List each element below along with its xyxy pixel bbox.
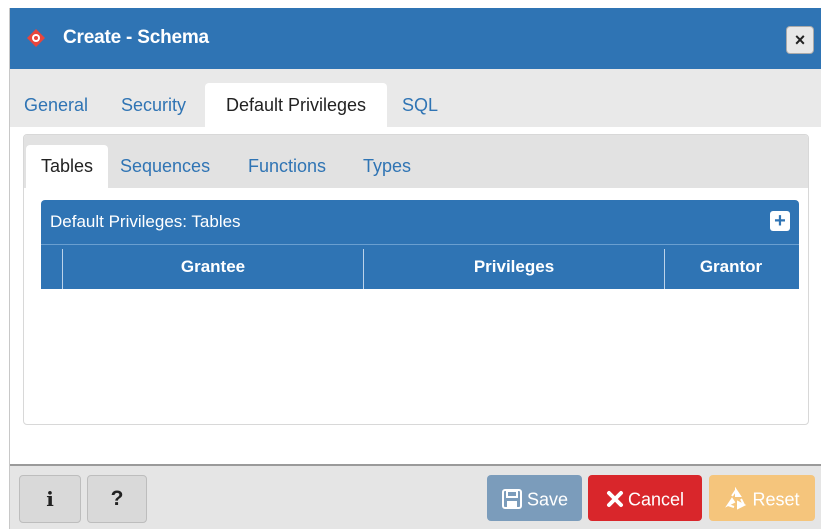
tab-sql[interactable]: SQL <box>402 83 438 127</box>
save-button[interactable]: Save <box>487 475 582 521</box>
dialog-footer: i ? Save Cancel Reset <box>10 464 821 529</box>
help-button[interactable]: ? <box>87 475 147 523</box>
grid-title: Default Privileges: Tables <box>50 212 241 231</box>
x-mark-icon <box>606 491 623 508</box>
default-privileges-panel: Tables Sequences Functions Types Default… <box>23 134 809 425</box>
column-grantee[interactable]: Grantee <box>63 245 363 289</box>
subtab-functions[interactable]: Functions <box>248 145 326 188</box>
title-bar[interactable]: Create - Schema × <box>10 8 821 69</box>
floppy-disk-icon <box>501 489 522 510</box>
reset-label: Reset <box>752 489 800 510</box>
add-row-button[interactable]: + <box>770 211 790 231</box>
tab-security[interactable]: Security <box>121 83 186 127</box>
save-label: Save <box>526 489 569 510</box>
reset-button[interactable]: Reset <box>709 475 815 521</box>
column-grantor[interactable]: Grantor <box>665 245 797 289</box>
tab-default-privileges[interactable]: Default Privileges <box>205 83 387 127</box>
tab-content: Tables Sequences Functions Types Default… <box>10 127 821 464</box>
privileges-grid-columns: Grantee Privileges Grantor <box>41 244 799 289</box>
subtab-sequences[interactable]: Sequences <box>120 145 210 188</box>
privileges-grid-header: Default Privileges: Tables + <box>41 200 799 244</box>
cancel-button[interactable]: Cancel <box>588 475 702 521</box>
main-tab-bar: General Security Default Privileges SQL <box>10 69 821 127</box>
dialog-title: Create - Schema <box>63 27 209 48</box>
recycle-icon <box>725 487 747 510</box>
subtab-types[interactable]: Types <box>363 145 411 188</box>
tab-general[interactable]: General <box>24 83 88 127</box>
column-privileges[interactable]: Privileges <box>364 245 664 289</box>
info-button[interactable]: i <box>19 475 81 523</box>
create-schema-dialog: Create - Schema × General Security Defau… <box>9 8 821 529</box>
close-button[interactable]: × <box>787 27 813 53</box>
subtab-tables[interactable]: Tables <box>26 145 108 188</box>
pgadmin-diamond-icon <box>27 29 45 47</box>
sub-tab-bar: Tables Sequences Functions Types <box>24 135 808 188</box>
cancel-label: Cancel <box>627 489 685 510</box>
